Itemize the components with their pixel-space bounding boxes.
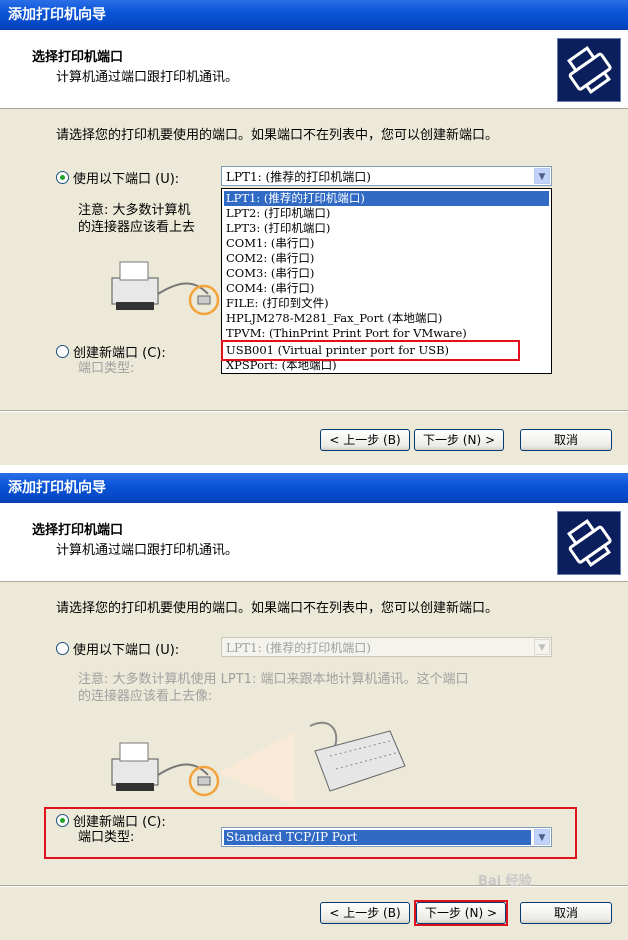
header-subtitle: 计算机通过端口跟打印机通讯。 xyxy=(56,70,239,85)
create-new-port-radio[interactable]: 创建新端口 (C): xyxy=(56,342,166,361)
annotation-highlight-box xyxy=(221,340,520,361)
cancel-button[interactable]: 取消 xyxy=(520,429,612,451)
note-line-1: 注意: 大多数计算机使用 LPT1: 端口来跟本地计算机通讯。这个端口 xyxy=(78,672,469,687)
dropdown-option[interactable]: LPT2: (打印机端口) xyxy=(224,206,549,221)
dropdown-option[interactable]: COM1: (串行口) xyxy=(224,236,549,251)
chevron-down-icon[interactable]: ▼ xyxy=(534,168,550,184)
port-combo-value: LPT1: (推荐的打印机端口) xyxy=(226,641,371,655)
header-title: 选择打印机端口 xyxy=(32,523,124,538)
port-combo[interactable]: LPT1: (推荐的打印机端口) ▼ xyxy=(221,637,552,657)
radio-dot[interactable] xyxy=(56,642,69,655)
radio-dot[interactable] xyxy=(56,345,69,358)
dropdown-option[interactable]: FILE: (打印到文件) xyxy=(224,296,549,311)
intro-text: 请选择您的打印机要使用的端口。如果端口不在列表中，您可以创建新端口。 xyxy=(56,601,499,616)
title-bar: 添加打印机向导 xyxy=(0,473,628,503)
cancel-button[interactable]: 取消 xyxy=(520,902,612,924)
separator xyxy=(0,885,628,887)
next-button[interactable]: 下一步 (N) > xyxy=(414,429,504,451)
use-existing-port-label: 使用以下端口 (U): xyxy=(73,172,180,187)
use-existing-port-label: 使用以下端口 (U): xyxy=(73,643,180,658)
printer-wizard-icon xyxy=(557,511,621,575)
note-line-1: 注意: 大多数计算机 xyxy=(78,203,191,218)
wizard-window-top: 添加打印机向导 选择打印机端口 计算机通过端口跟打印机通讯。 请选择您的打印机要… xyxy=(0,0,628,465)
printer-connector-illustration xyxy=(111,721,406,806)
wizard-window-bottom: 添加打印机向导 选择打印机端口 计算机通过端口跟打印机通讯。 请选择您的打印机要… xyxy=(0,473,628,940)
port-combo-value: LPT1: (推荐的打印机端口) xyxy=(226,170,371,184)
printer-connector-illustration xyxy=(111,261,220,316)
wizard-header: 选择打印机端口 计算机通过端口跟打印机通讯。 xyxy=(0,30,628,109)
watermark: Bai 经验 xyxy=(478,874,532,889)
port-combo[interactable]: LPT1: (推荐的打印机端口) ▼ xyxy=(221,166,552,186)
back-button[interactable]: < 上一步 (B) xyxy=(320,902,410,924)
title-bar: 添加打印机向导 xyxy=(0,0,628,30)
dropdown-option[interactable]: TPVM: (ThinPrint Print Port for VMware) xyxy=(224,326,549,341)
note-line-2: 的连接器应该看上去像: xyxy=(78,689,213,704)
printer-wizard-icon xyxy=(557,38,621,102)
header-subtitle: 计算机通过端口跟打印机通讯。 xyxy=(56,543,239,558)
dropdown-option[interactable]: COM2: (串行口) xyxy=(224,251,549,266)
dropdown-option[interactable]: HPLJM278-M281_Fax_Port (本地端口) xyxy=(224,311,549,326)
window-title: 添加打印机向导 xyxy=(8,7,106,23)
dropdown-option[interactable]: LPT3: (打印机端口) xyxy=(224,221,549,236)
annotation-highlight-box xyxy=(414,900,508,926)
window-title: 添加打印机向导 xyxy=(8,480,106,496)
dropdown-option[interactable]: COM3: (串行口) xyxy=(224,266,549,281)
note-text: 注意: 大多数计算机使用 LPT1: 端口来跟本地计算机通讯。这个端口 的连接器… xyxy=(78,671,468,705)
port-type-label: 端口类型: xyxy=(78,361,135,376)
header-title: 选择打印机端口 xyxy=(32,50,124,65)
annotation-highlight-box xyxy=(44,807,577,859)
create-new-port-label: 创建新端口 (C): xyxy=(73,346,166,361)
intro-text: 请选择您的打印机要使用的端口。如果端口不在列表中，您可以创建新端口。 xyxy=(56,128,499,143)
wizard-header: 选择打印机端口 计算机通过端口跟打印机通讯。 xyxy=(0,503,628,582)
image-divider xyxy=(0,465,628,473)
radio-dot[interactable] xyxy=(56,171,69,184)
use-existing-port-radio[interactable]: 使用以下端口 (U): xyxy=(56,168,179,187)
back-button[interactable]: < 上一步 (B) xyxy=(320,429,410,451)
dropdown-option[interactable]: LPT1: (推荐的打印机端口) xyxy=(224,191,549,206)
note-line-2: 的连接器应该看上去 xyxy=(78,220,196,235)
note-text: 注意: 大多数计算机 的连接器应该看上去 xyxy=(78,202,195,236)
use-existing-port-radio[interactable]: 使用以下端口 (U): xyxy=(56,639,179,658)
separator xyxy=(0,410,628,412)
chevron-down-icon[interactable]: ▼ xyxy=(534,639,550,655)
dropdown-option[interactable]: COM4: (串行口) xyxy=(224,281,549,296)
